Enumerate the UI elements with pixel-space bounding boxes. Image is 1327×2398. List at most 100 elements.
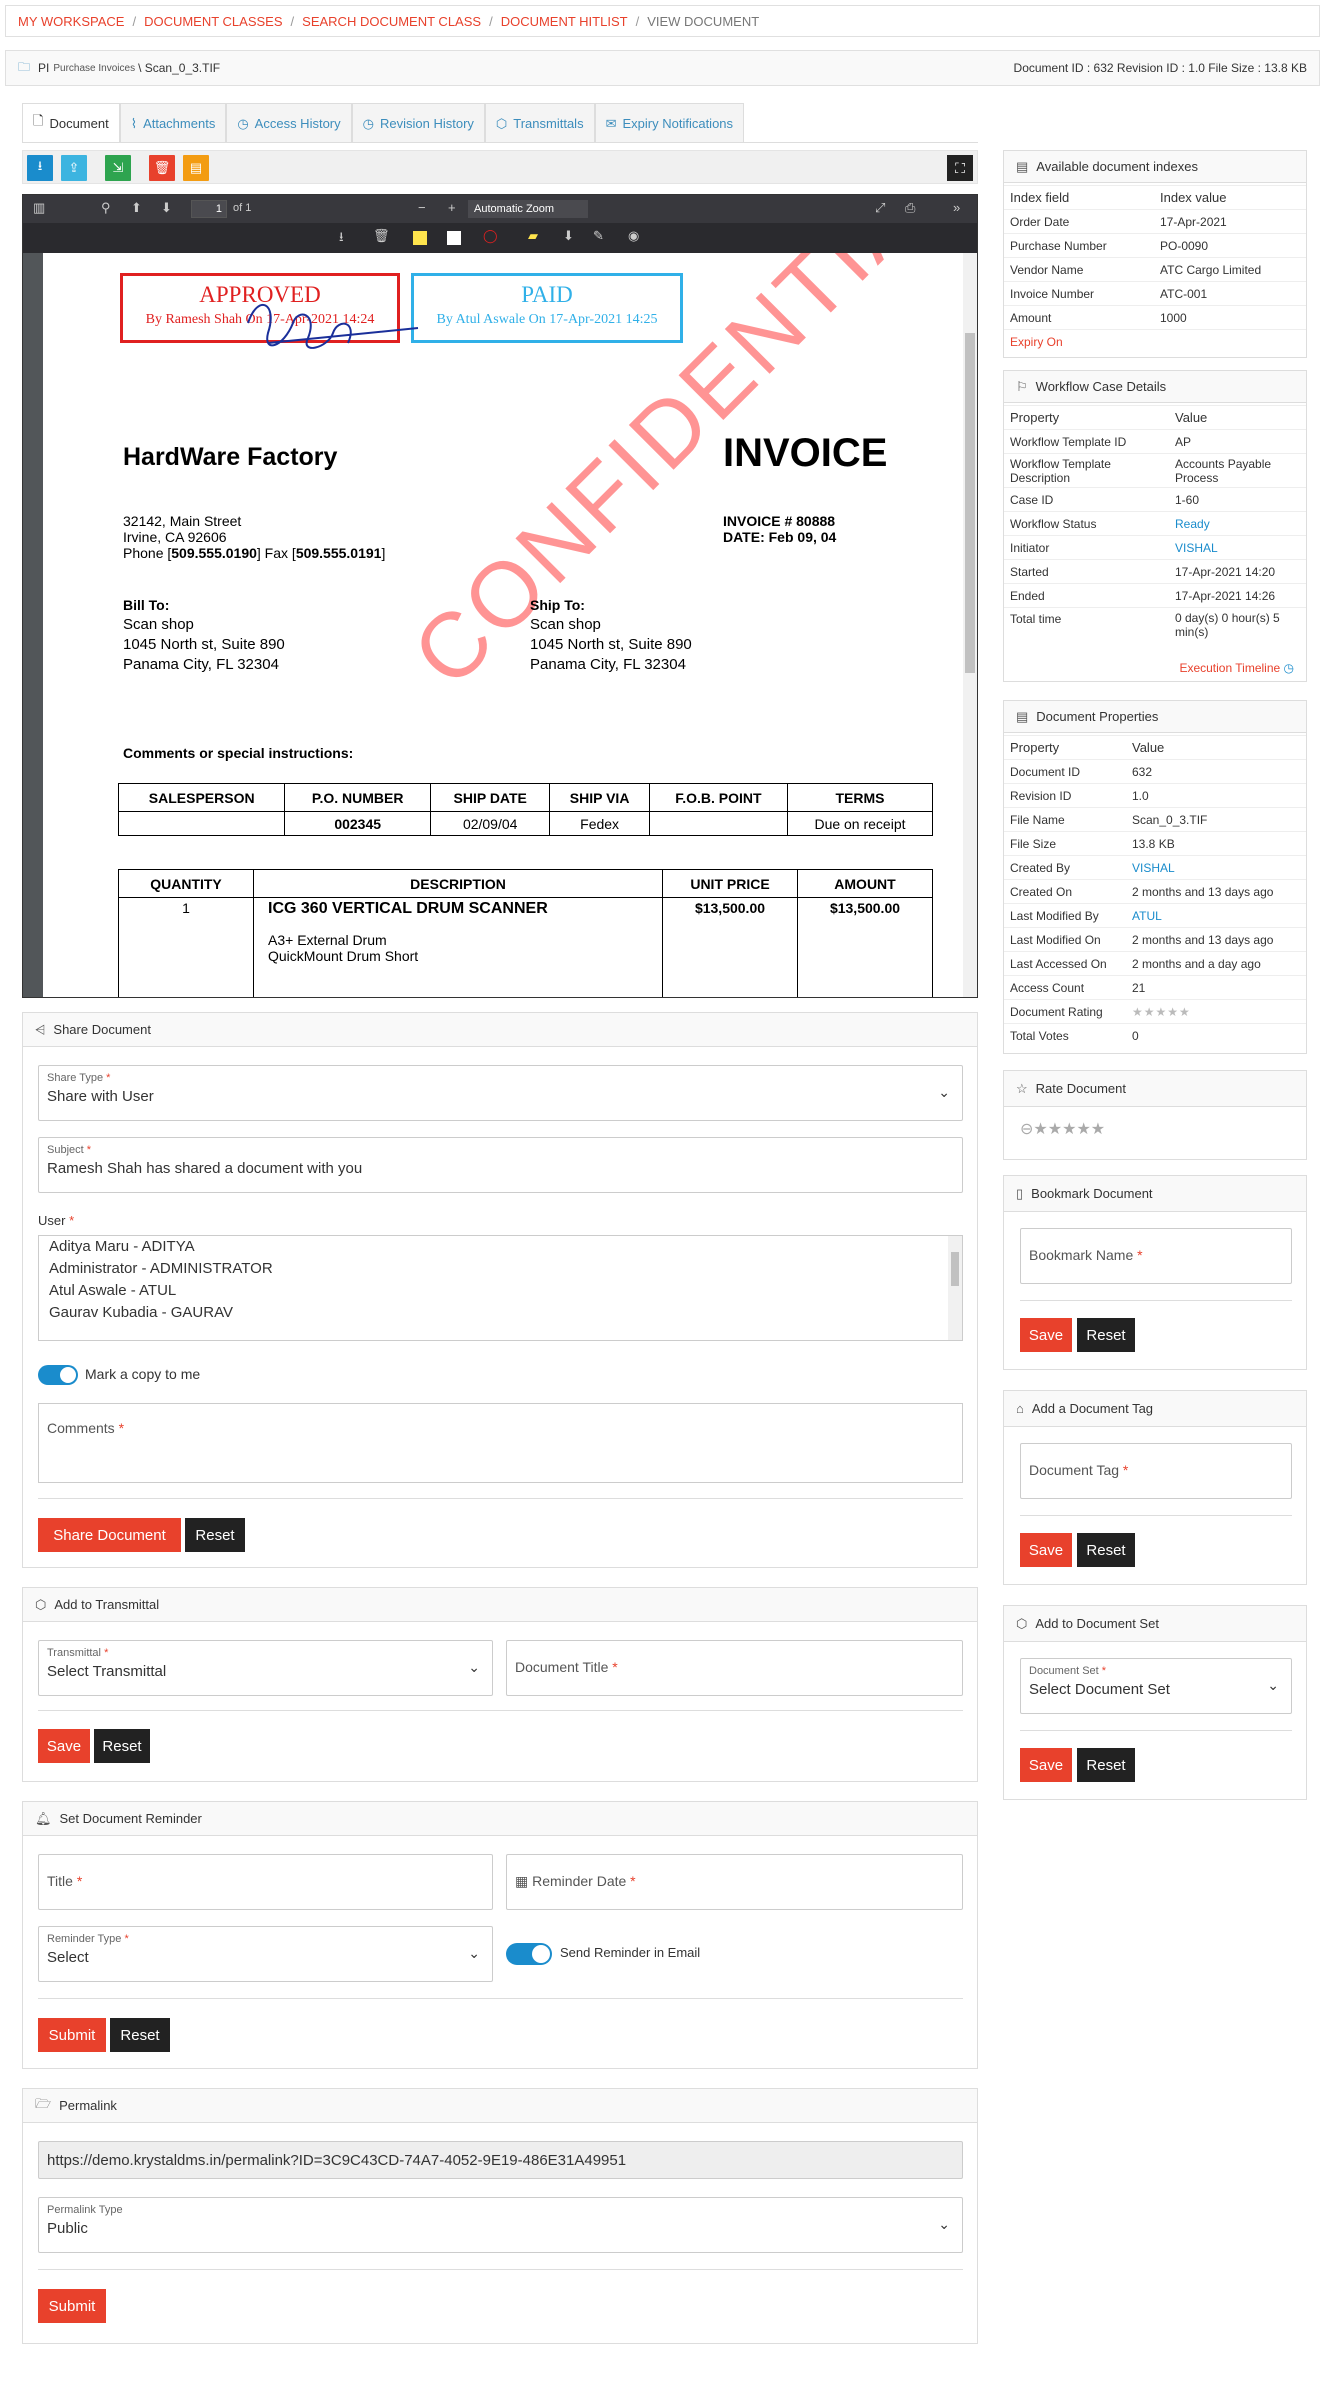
more-tools-icon[interactable]: » [953,200,960,215]
tab-revision-history[interactable]: ◷ Revision History [351,103,485,143]
annotation-toolbar: ⭳ 🗑 ◯ ▰ ⬇ ✎ ◉ [23,223,977,253]
sidebar-toggle-icon[interactable]: ▥ [33,200,45,216]
document-set-select[interactable]: Document Set * Select Document Set ⌄ [1020,1658,1292,1714]
mark-copy-toggle[interactable] [38,1365,78,1385]
link-icon: 🗁 [35,2095,52,2111]
transmittal-save-button[interactable]: Save [38,1729,90,1763]
table-row: Created On 2 months and 13 days ago [1004,879,1306,904]
execution-timeline-link[interactable]: Execution Timeline ◷ [1179,661,1294,675]
table-row: Total time 0 day(s) 0 hour(s) 5 min(s) [1004,607,1306,642]
breadcrumb-my-workspace[interactable]: MY WORKSPACE [18,14,124,29]
tag-icon: ⌂ [1016,1401,1024,1416]
star-icon: ☆ [1016,1080,1028,1096]
workflow-panel: ⚐ Workflow Case Details Property Value Wor… [1003,370,1307,682]
trash-icon[interactable]: 🗑 [373,228,390,244]
table-row: Amount 1000 [1004,305,1306,330]
cancel-rating-icon: ⊖ [1020,1121,1034,1138]
workflow-table: Property Value Workflow Template ID AP Wor… [1004,405,1306,642]
permalink-submit-button[interactable]: Submit [38,2289,106,2323]
envelope-icon: ✉ [605,115,617,131]
properties-table: Property Value Document ID 632 Revision ID… [1004,735,1306,1048]
comments-textarea[interactable]: Comments * [38,1403,963,1483]
permalink-type-select[interactable]: Permalink Type Public ⌄ [38,2197,963,2253]
mark-copy-label: Mark a copy to me [85,1366,201,1382]
bookmark-reset-button[interactable]: Reset [1077,1318,1135,1352]
expiry-link[interactable]: Expiry On [1004,329,1154,354]
zoom-out-icon[interactable]: − [418,200,426,215]
listbox-scrollbar[interactable] [948,1236,962,1340]
list-item[interactable]: Administrator - ADMINISTRATOR [39,1258,962,1280]
docset-reset-button[interactable]: Reset [1077,1748,1135,1782]
viewer-toolbar: ▥ ⚲ ⬆ ⬇ 1 of 1 − + Automatic Zoom ⤢ ⎙ » [23,195,977,223]
tab-access-history[interactable]: ◷ Access History [226,103,352,143]
next-page-icon[interactable]: ⬇ [161,200,172,216]
breadcrumb-document-classes[interactable]: DOCUMENT CLASSES [144,14,282,29]
tab-attachments[interactable]: ⌇ Attachments [119,103,227,143]
document-title-field[interactable]: Document Title * [506,1640,963,1696]
clock-icon: ◷ [1283,661,1294,675]
pen-icon[interactable]: ✎ [593,228,604,244]
share-icon: ⩤ [35,1021,46,1037]
table-row: Last Modified By ATUL [1004,903,1306,928]
highlight-icon[interactable] [413,231,427,245]
permalink-url-field[interactable]: https://demo.krystaldms.in/permalink?ID=… [38,2141,963,2179]
note-icon[interactable]: ▰ [528,228,538,244]
share-reset-button[interactable]: Reset [185,1518,245,1552]
zoom-in-icon[interactable]: + [448,200,456,215]
table-row: Workflow Template ID AP [1004,429,1306,454]
share-type-select[interactable]: Share Type * Share with User ⌄ [38,1065,963,1121]
reminder-date-field[interactable]: ▦ Reminder Date * [506,1854,963,1910]
docset-save-button[interactable]: Save [1020,1748,1072,1782]
tag-save-button[interactable]: Save [1020,1533,1072,1567]
breadcrumb-document-hitlist[interactable]: DOCUMENT HITLIST [501,14,628,29]
archive-button[interactable]: ▤ [183,155,209,181]
page-number-input[interactable]: 1 [191,200,227,218]
document-info: Document ID : 632 Revision ID : 1.0 File… [1013,61,1307,75]
list-item[interactable]: Atul Aswale - ATUL [39,1280,962,1302]
table-row: Last Modified On 2 months and 13 days ago [1004,927,1306,952]
reminder-title-field[interactable]: Title * [38,1854,493,1910]
transmittal-reset-button[interactable]: Reset [94,1729,150,1763]
company-name: HardWare Factory [123,443,338,471]
zoom-select[interactable]: Automatic Zoom [468,200,588,218]
breadcrumb-search-document-class[interactable]: SEARCH DOCUMENT CLASS [302,14,481,29]
table-row: Vendor Name ATC Cargo Limited [1004,257,1306,282]
permalink-panel: 🗁 Permalink https://demo.krystaldms.in/pe… [22,2088,978,2344]
whiteout-icon[interactable] [447,231,461,245]
pin-icon[interactable]: ⬇ [563,228,574,244]
download-button[interactable]: ⭳ [27,155,53,181]
share-document-button[interactable]: Share Document [38,1518,181,1552]
reminder-submit-button[interactable]: Submit [38,2018,106,2052]
checkout-button[interactable]: ⇪ [61,155,87,181]
document-tag-field[interactable]: Document Tag * [1020,1443,1292,1499]
tab-expiry-notifications[interactable]: ✉ Expiry Notifications [594,103,745,143]
find-icon[interactable]: ⚲ [101,200,111,216]
bookmark-save-button[interactable]: Save [1020,1318,1072,1352]
print-icon[interactable]: ⎙ [905,200,915,216]
indexes-panel: ▤ Available document indexes Index field I… [1003,150,1307,358]
presentation-icon[interactable]: ⤢ [875,200,885,216]
reminder-reset-button[interactable]: Reset [110,2018,170,2052]
reminder-type-select[interactable]: Reminder Type * Select ⌄ [38,1926,493,1982]
stamp-icon[interactable]: ◯ [483,228,498,244]
email-reminder-label: Send Reminder in Email [560,1945,701,1960]
list-item[interactable]: Gaurav Kubadia - GAURAV [39,1302,962,1324]
download-icon[interactable]: ⭳ [339,228,344,250]
transmittal-select[interactable]: Transmittal * Select Transmittal ⌄ [38,1640,493,1696]
delete-button[interactable]: 🗑 [149,155,175,181]
subject-field[interactable]: Subject * Ramesh Shah has shared a docum… [38,1137,963,1193]
prev-page-icon[interactable]: ⬆ [131,200,142,216]
tab-transmittals[interactable]: ⬡ Transmittals [484,103,595,143]
viewer-scrollbar[interactable] [963,253,977,997]
list-item[interactable]: Aditya Maru - ADITYA [39,1236,962,1258]
rating-input[interactable]: ⊖★★★★★ [1020,1119,1105,1139]
palette-icon[interactable]: ◉ [628,228,639,244]
user-label: User * [38,1213,75,1228]
user-listbox[interactable]: Aditya Maru - ADITYA Administrator - ADM… [38,1235,963,1341]
email-reminder-toggle[interactable] [506,1943,552,1965]
checkin-button[interactable]: ⇲ [105,155,131,181]
fullscreen-button[interactable]: ⛶ [947,155,973,181]
bookmark-name-field[interactable]: Bookmark Name * [1020,1228,1292,1284]
tag-reset-button[interactable]: Reset [1077,1533,1135,1567]
tab-document[interactable]: 🗋 Document [22,103,120,143]
